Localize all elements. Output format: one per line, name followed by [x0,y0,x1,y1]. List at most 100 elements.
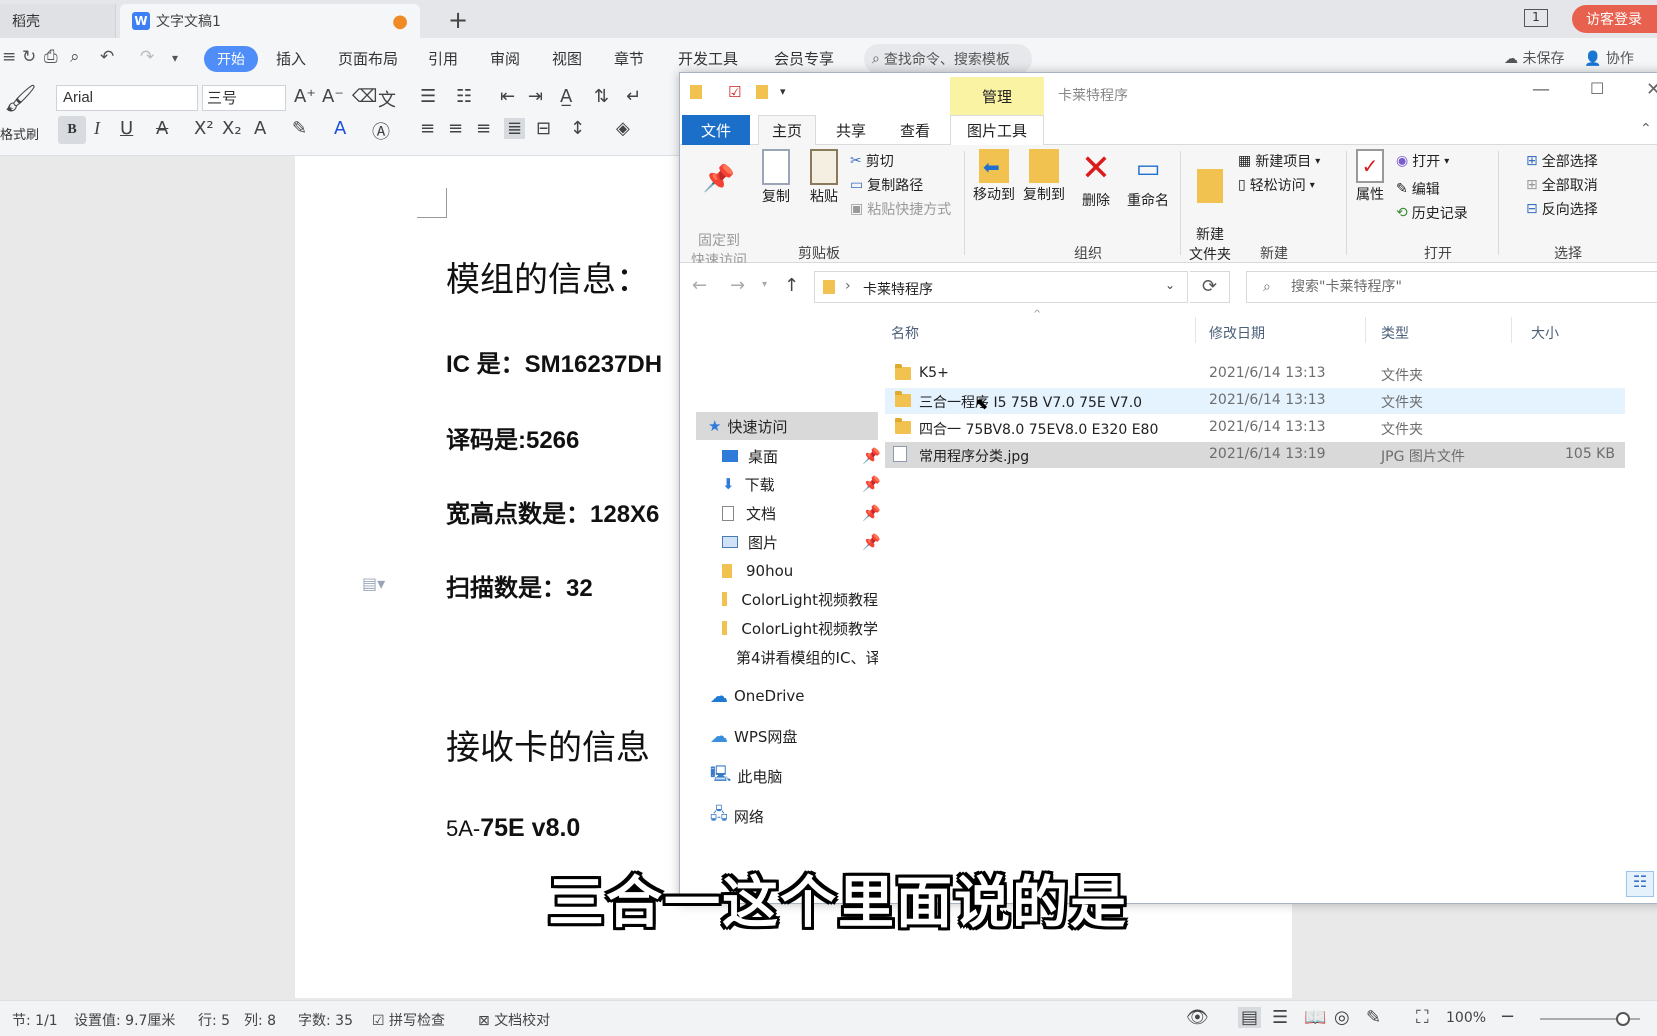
zoom-out-icon[interactable]: − [1500,1006,1515,1027]
line-spacing-icon[interactable]: ↕ [570,118,585,139]
nav-onedrive[interactable]: ☁ OneDrive [710,682,805,710]
justify-icon[interactable]: ≣ [504,118,526,139]
tab-daoke[interactable]: 稻壳 [0,4,116,38]
spellcheck-button[interactable]: ☑ 拼写检查 [372,1010,445,1030]
align-left-icon[interactable]: ≡ [420,118,435,139]
maximize-button[interactable]: ☐ [1590,79,1604,98]
menu-insert[interactable]: 插入 [276,48,306,69]
tab-document[interactable]: W 文字文稿1 ● [120,4,420,38]
undo-icon[interactable]: ↶ [100,47,114,67]
nav-documents[interactable]: 文档 📌 [722,499,882,527]
align-center-icon[interactable]: ≡ [448,118,463,139]
superscript-button[interactable]: X² [194,118,214,139]
redo-disabled-icon[interactable]: ↷ [140,47,154,67]
pin-icon[interactable]: 📌 [862,533,881,551]
new-tab-button[interactable]: + [448,6,468,34]
copy-to-button[interactable]: 复制到 [1020,149,1068,205]
rename-button[interactable]: ▭ 重命名 [1122,149,1174,211]
address-bar[interactable]: › 卡莱特程序 ⌄ [814,271,1188,303]
new-item-button[interactable]: ▦ 新建项目 ▾ [1238,151,1320,171]
open-button[interactable]: ◉ 打开 ▾ [1396,151,1449,171]
text-effect-button[interactable]: A [254,118,266,139]
pin-icon[interactable]: 📌 [862,504,881,522]
grow-font-icon[interactable]: A⁺ [294,86,316,107]
cut-button[interactable]: ✂ 剪切 [850,151,894,171]
eye-protection-icon[interactable]: 👁 [1186,1007,1209,1028]
highlight-button[interactable]: ✎ [292,118,307,139]
italic-button[interactable]: I [94,118,100,139]
read-mode-icon[interactable]: 📖 [1304,1007,1326,1028]
font-size-select[interactable]: 三号 [202,85,286,111]
command-search[interactable]: ⌕ 查找命令、搜索模板 [864,44,1032,74]
increase-indent-icon[interactable]: ⇥ [528,86,543,107]
font-color-button[interactable]: A [334,118,346,139]
subscript-button[interactable]: X₂ [222,118,242,139]
zoom-level[interactable]: 100% [1446,1010,1486,1026]
move-to-button[interactable]: ⬅ 移动到 [970,149,1018,205]
window-count-badge[interactable]: 1 [1524,9,1548,27]
up-button[interactable]: ↑ [784,275,799,296]
redo-icon[interactable]: ↻ [22,47,36,67]
nav-this-pc[interactable]: 🖳 此电脑 [710,762,782,790]
close-button[interactable]: ✕ [1646,79,1657,100]
column-divider[interactable] [1195,317,1196,343]
file-row[interactable]: 四合一 75BV8.0 75EV8.0 E320 E80 2021/6/14 1… [885,415,1625,441]
invert-selection-button[interactable]: ⊟ 反向选择 [1526,199,1598,219]
nav-wps-drive[interactable]: ☁ WPS网盘 [710,722,797,750]
nav-desktop[interactable]: 桌面 📌 [722,442,882,470]
unsaved-status[interactable]: ☁ 未保存 [1504,48,1564,68]
copy-button[interactable]: 复制 [756,149,796,207]
new-folder-button[interactable]: 新建 文件夹 [1184,149,1236,265]
bullet-list-icon[interactable]: ☰ [420,86,436,107]
status-row[interactable]: 行: 5 [198,1010,230,1030]
shrink-font-icon[interactable]: A⁻ [322,86,344,107]
tab-picture-tools[interactable]: 图片工具 [950,115,1044,145]
number-list-icon[interactable]: ☷ [456,86,472,107]
fit-page-icon[interactable]: ⛶ [1416,1007,1429,1028]
new-folder-quick-icon[interactable] [756,85,768,99]
tab-home[interactable]: 主页 [758,115,816,145]
properties-button[interactable]: ✓ 属性 [1350,149,1390,205]
menu-start[interactable]: 开始 [204,46,258,72]
underline-button[interactable]: U [120,118,133,139]
nav-downloads[interactable]: ⬇ 下载 📌 [722,470,882,498]
address-dropdown-icon[interactable]: ⌄ [1165,278,1175,292]
file-row[interactable]: 常用程序分类.jpg 2021/6/14 13:19 JPG 图片文件 105 … [885,442,1625,468]
chinese-layout-icon[interactable]: A̲ [560,86,572,107]
col-header-name[interactable]: 名称 [891,323,919,343]
forward-button[interactable]: → [730,275,745,296]
refresh-button[interactable]: ⟳ [1190,271,1230,303]
status-col[interactable]: 列: 8 [244,1010,276,1030]
nav-folder-90hou[interactable]: 90hou [722,557,882,585]
decrease-indent-icon[interactable]: ⇤ [500,86,515,107]
outline-view-icon[interactable]: ☰ [1272,1007,1288,1028]
recent-dropdown-icon[interactable]: ▾ [762,279,767,290]
menu-view[interactable]: 视图 [552,48,582,69]
proofread-button[interactable]: ⊠ 文档校对 [478,1010,550,1030]
collapse-ribbon-icon[interactable]: ⌃ [1640,121,1652,137]
login-button[interactable]: 访客登录 [1572,5,1657,33]
menu-member[interactable]: 会员专享 [774,48,834,69]
show-marks-icon[interactable]: ↵ [626,86,641,107]
status-section[interactable]: 节: 1/1 [12,1010,58,1030]
col-header-date[interactable]: 修改日期 [1209,323,1265,343]
write-mode-icon[interactable]: ✎ [1366,1007,1381,1028]
font-name-select[interactable]: Arial [56,85,198,111]
nav-pictures[interactable]: 图片 📌 [722,528,882,556]
paste-shortcut-button[interactable]: ▣ 粘贴快捷方式 [850,199,951,219]
tab-file[interactable]: 文件 [682,115,750,145]
column-divider[interactable] [1511,317,1512,343]
tab-share[interactable]: 共享 [822,115,880,145]
align-right-icon[interactable]: ≡ [476,118,491,139]
col-header-type[interactable]: 类型 [1381,323,1409,343]
customize-dropdown-icon[interactable]: ▾ [172,51,178,65]
clear-format-icon[interactable]: ⌫ [352,86,377,107]
strikethrough-button[interactable]: A [156,118,168,139]
format-painter-icon[interactable]: 🖌 [4,84,37,114]
print-preview-icon[interactable]: ⌕ [70,47,80,67]
nav-folder-colorlight-2[interactable]: ColorLight视频教学 [722,614,878,642]
paste-button[interactable]: 粘贴 [804,149,844,207]
sort-icon[interactable]: ⇅ [594,86,609,107]
col-header-size[interactable]: 大小 [1531,323,1559,343]
menu-page-layout[interactable]: 页面布局 [338,48,398,69]
